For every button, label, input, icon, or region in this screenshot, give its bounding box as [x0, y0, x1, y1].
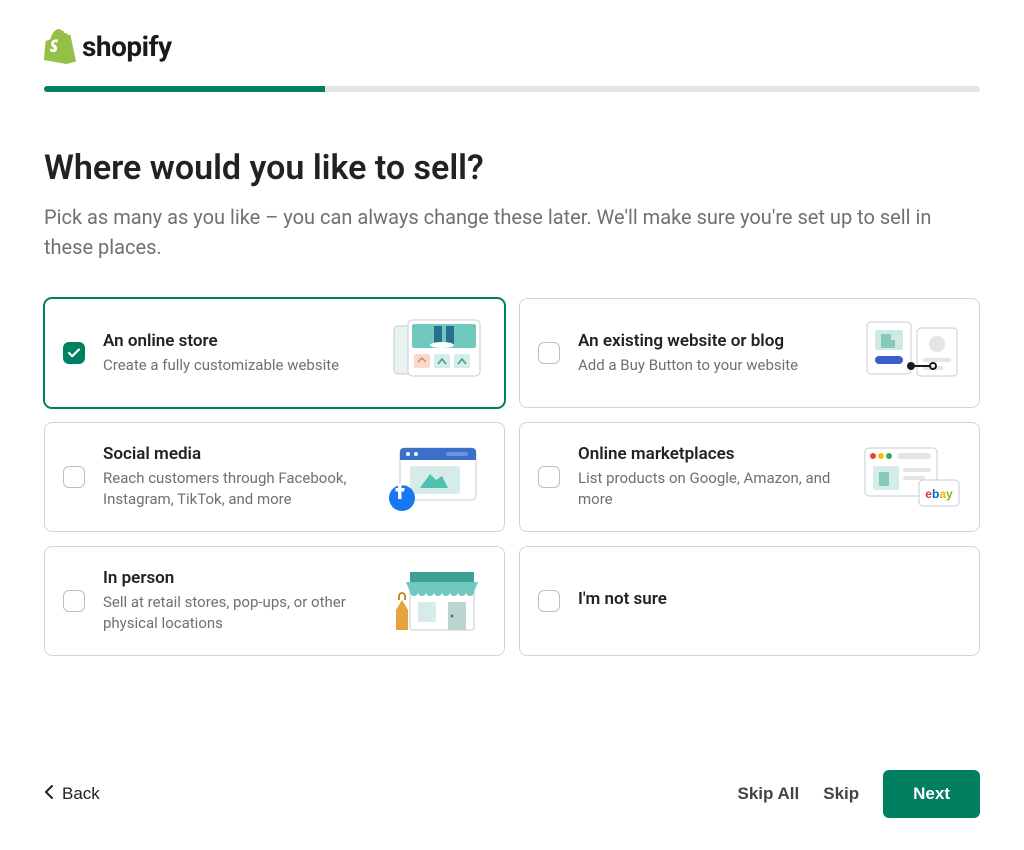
footer: Back Skip All Skip Next	[44, 746, 980, 850]
option-social-media[interactable]: Social media Reach customers through Fac…	[44, 422, 505, 532]
skip-all-button[interactable]: Skip All	[738, 784, 800, 804]
option-desc: Create a fully customizable website	[103, 355, 368, 376]
checkbox[interactable]	[63, 590, 85, 612]
option-existing-website[interactable]: An existing website or blog Add a Buy Bu…	[519, 298, 980, 408]
page-title: Where would you like to sell?	[44, 148, 980, 188]
svg-text:ebay: ebay	[925, 487, 953, 501]
option-online-store[interactable]: An online store Create a fully customiza…	[44, 298, 505, 408]
back-label: Back	[62, 784, 100, 804]
online-store-illustration	[386, 318, 486, 388]
checkbox[interactable]	[538, 466, 560, 488]
page-subtitle: Pick as many as you like – you can alway…	[44, 202, 964, 262]
option-online-marketplaces[interactable]: Online marketplaces List products on Goo…	[519, 422, 980, 532]
shopify-bag-icon	[44, 28, 76, 64]
checkbox[interactable]	[538, 342, 560, 364]
option-title: Online marketplaces	[578, 444, 843, 464]
back-button[interactable]: Back	[44, 784, 100, 804]
marketplaces-illustration: ebay	[861, 442, 961, 512]
option-desc: List products on Google, Amazon, and mor…	[578, 468, 843, 510]
checkbox[interactable]	[63, 342, 85, 364]
option-title: I'm not sure	[578, 589, 961, 609]
in-person-illustration	[386, 566, 486, 636]
skip-button[interactable]: Skip	[823, 784, 859, 804]
option-title: In person	[103, 568, 368, 588]
checkbox[interactable]	[538, 590, 560, 612]
option-desc: Sell at retail stores, pop-ups, or other…	[103, 592, 368, 634]
progress-bar	[44, 86, 980, 92]
progress-fill	[44, 86, 325, 92]
chevron-left-icon	[44, 784, 54, 804]
option-desc: Add a Buy Button to your website	[578, 355, 843, 376]
option-not-sure[interactable]: I'm not sure	[519, 546, 980, 656]
next-button[interactable]: Next	[883, 770, 980, 818]
option-in-person[interactable]: In person Sell at retail stores, pop-ups…	[44, 546, 505, 656]
option-title: An existing website or blog	[578, 331, 843, 351]
option-title: An online store	[103, 331, 368, 351]
existing-website-illustration	[861, 318, 961, 388]
options-grid: An online store Create a fully customiza…	[44, 298, 980, 656]
brand-name: shopify	[82, 30, 172, 63]
brand-logo: shopify	[44, 28, 980, 64]
option-desc: Reach customers through Facebook, Instag…	[103, 468, 368, 510]
option-title: Social media	[103, 444, 368, 464]
checkbox[interactable]	[63, 466, 85, 488]
social-media-illustration	[386, 442, 486, 512]
